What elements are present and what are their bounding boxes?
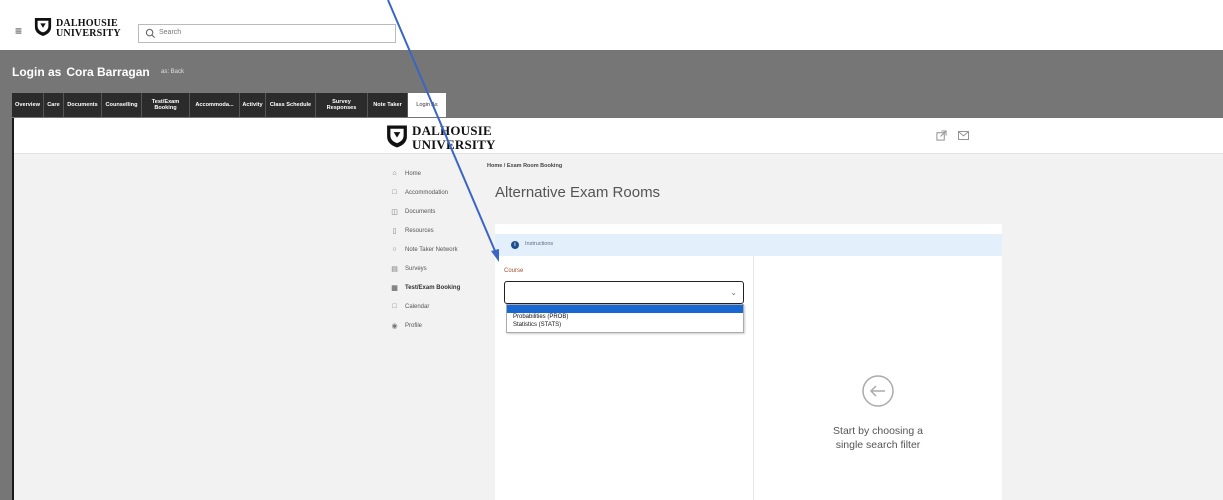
tab-login-as[interactable]: Login As [408, 93, 446, 117]
sidebar-item-label: Profile [405, 322, 423, 329]
breadcrumb[interactable]: Home / Exam Room Booking [487, 163, 562, 169]
sidebar-item-accommodation[interactable]: □ Accommodation [389, 183, 499, 202]
portal-header: DALHOUSIE UNIVERSITY [14, 118, 1223, 154]
survey-icon: ▤ [391, 265, 398, 273]
search-placeholder: Search [159, 29, 182, 36]
student-portal-frame: DALHOUSIE UNIVERSITY ⌂ Home □ Accommodatio… [12, 118, 1223, 500]
crest-icon [387, 125, 407, 148]
sidebar-item-documents[interactable]: ◫ Documents [389, 202, 499, 221]
home-icon: ⌂ [392, 170, 397, 177]
sidebar-item-label: Test/Exam Booking [405, 284, 461, 291]
calendar-icon: □ [392, 303, 397, 310]
course-select[interactable]: ⌄ [504, 281, 744, 304]
search-icon [145, 28, 156, 39]
page-title: Alternative Exam Rooms [495, 184, 661, 201]
tab-survey-responses[interactable]: Survey Responses [316, 93, 368, 117]
search-card: i Instructions Course ⌄ Probabilities (P… [495, 224, 1002, 500]
calendar-icon: □ [392, 189, 397, 196]
admin-tabs: Overview Care Documents Counselling Test… [12, 93, 446, 117]
empty-state-line2: single search filter [835, 438, 921, 451]
logo-line2: UNIVERSITY [56, 28, 121, 39]
tab-counselling[interactable]: Counselling [102, 93, 142, 117]
empty-state-message: Start by choosing a single search filter [754, 425, 1002, 452]
sidebar-item-label: Surveys [405, 265, 427, 272]
crest-icon [34, 18, 52, 36]
portal-sidebar: ⌂ Home □ Accommodation ◫ Documents ▯ Resourc… [389, 164, 499, 335]
book-icon: ▯ [392, 227, 397, 235]
sidebar-item-label: Calendar [405, 303, 430, 310]
tab-accommodations[interactable]: Accommoda... [190, 93, 240, 117]
top-bar: ≡ DALHOUSIE UNIVERSITY Search [0, 0, 1223, 48]
sidebar-item-test-exam-booking[interactable]: ▦ Test/Exam Booking [389, 278, 499, 297]
login-as-prefix: Login as [12, 65, 62, 79]
document-icon: ◫ [391, 208, 398, 216]
course-option-probabilities[interactable]: Probabilities (PROB) [513, 314, 568, 320]
empty-state-line1: Start by choosing a [833, 425, 923, 437]
student-name: Cora Barragan [66, 65, 150, 79]
login-as-back-link[interactable]: as: Back [161, 69, 184, 75]
empty-state: Start by choosing a single search filter [754, 374, 1002, 452]
portal-logo[interactable]: DALHOUSIE UNIVERSITY [386, 123, 506, 155]
sidebar-item-resources[interactable]: ▯ Resources [389, 221, 499, 240]
sidebar-item-profile[interactable]: ◉ Profile [389, 316, 499, 335]
course-label: Course [504, 268, 524, 274]
sidebar-item-home[interactable]: ⌂ Home [389, 164, 499, 183]
arrow-left-circle-icon [862, 375, 894, 407]
chevron-down-icon: ⌄ [730, 288, 737, 297]
course-option-statistics[interactable]: Statistics (STATS) [513, 322, 561, 328]
portal-logo-line2: UNIVERSITY [412, 137, 496, 152]
sidebar-item-note-taker-network[interactable]: ○ Note Taker Network [389, 240, 499, 259]
dropdown-empty-option[interactable] [507, 305, 743, 313]
booking-icon: ▦ [391, 284, 398, 292]
sidebar-item-label: Accommodation [405, 189, 449, 196]
sidebar-item-surveys[interactable]: ▤ Surveys [389, 259, 499, 278]
sidebar-item-label: Note Taker Network [405, 246, 458, 253]
tab-class-schedule[interactable]: Class Schedule [266, 93, 316, 117]
tab-documents[interactable]: Documents [64, 93, 102, 117]
info-icon: i [511, 241, 519, 249]
tab-overview[interactable]: Overview [12, 93, 44, 117]
network-icon: ○ [392, 246, 397, 253]
tab-note-taker[interactable]: Note Taker [368, 93, 408, 117]
tab-activity[interactable]: Activity [240, 93, 266, 117]
sidebar-item-label: Documents [405, 208, 436, 215]
sidebar-item-calendar[interactable]: □ Calendar [389, 297, 499, 316]
tab-care[interactable]: Care [44, 93, 64, 117]
course-dropdown-list: Probabilities (PROB) Statistics (STATS) [506, 304, 744, 333]
profile-icon: ◉ [391, 322, 398, 330]
instructions-label: Instructions [525, 241, 554, 247]
sidebar-item-label: Resources [405, 227, 434, 234]
dalhousie-logo[interactable]: DALHOUSIE UNIVERSITY [34, 17, 134, 47]
mail-icon[interactable] [958, 131, 969, 140]
search-input[interactable]: Search [138, 24, 396, 43]
instructions-panel[interactable]: i Instructions [495, 234, 1002, 256]
external-link-icon[interactable] [936, 130, 947, 141]
tab-test-exam-booking[interactable]: Test/Exam Booking [142, 93, 190, 117]
login-as-title: Login as Cora Barragan [12, 65, 150, 79]
hamburger-icon[interactable]: ≡ [15, 25, 22, 37]
sidebar-item-label: Home [405, 170, 422, 177]
